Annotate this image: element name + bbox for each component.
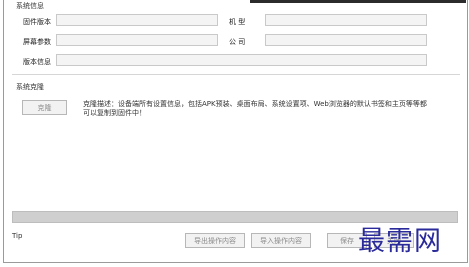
system-clone-title: 系统克隆 — [16, 83, 44, 91]
version-label: 版本信息 — [23, 58, 51, 66]
model-label: 机 型 — [229, 18, 246, 26]
clone-description: 克隆描述：设备端所有设置信息，包括APK预装、桌面布局、系统设置项、Web浏览器… — [83, 100, 427, 117]
screen-label: 屏幕参数 — [23, 38, 51, 46]
clone-button[interactable]: 克隆 — [22, 100, 67, 115]
import-button[interactable]: 导入操作内容 — [251, 233, 311, 248]
version-field[interactable] — [56, 54, 427, 66]
company-label: 公 司 — [229, 38, 246, 46]
firmware-label: 固件版本 — [23, 18, 51, 26]
title-bar-fragment — [250, 0, 466, 3]
model-field[interactable] — [265, 14, 427, 26]
section-divider — [12, 74, 460, 75]
watermark-logo: 最需网 — [358, 226, 442, 257]
screen-field[interactable] — [56, 34, 218, 46]
tip-label: Tip — [12, 232, 23, 240]
firmware-field[interactable] — [56, 14, 218, 26]
company-field[interactable] — [265, 34, 427, 46]
export-button[interactable]: 导出操作内容 — [185, 233, 245, 248]
system-info-title: 系统信息 — [16, 2, 44, 10]
